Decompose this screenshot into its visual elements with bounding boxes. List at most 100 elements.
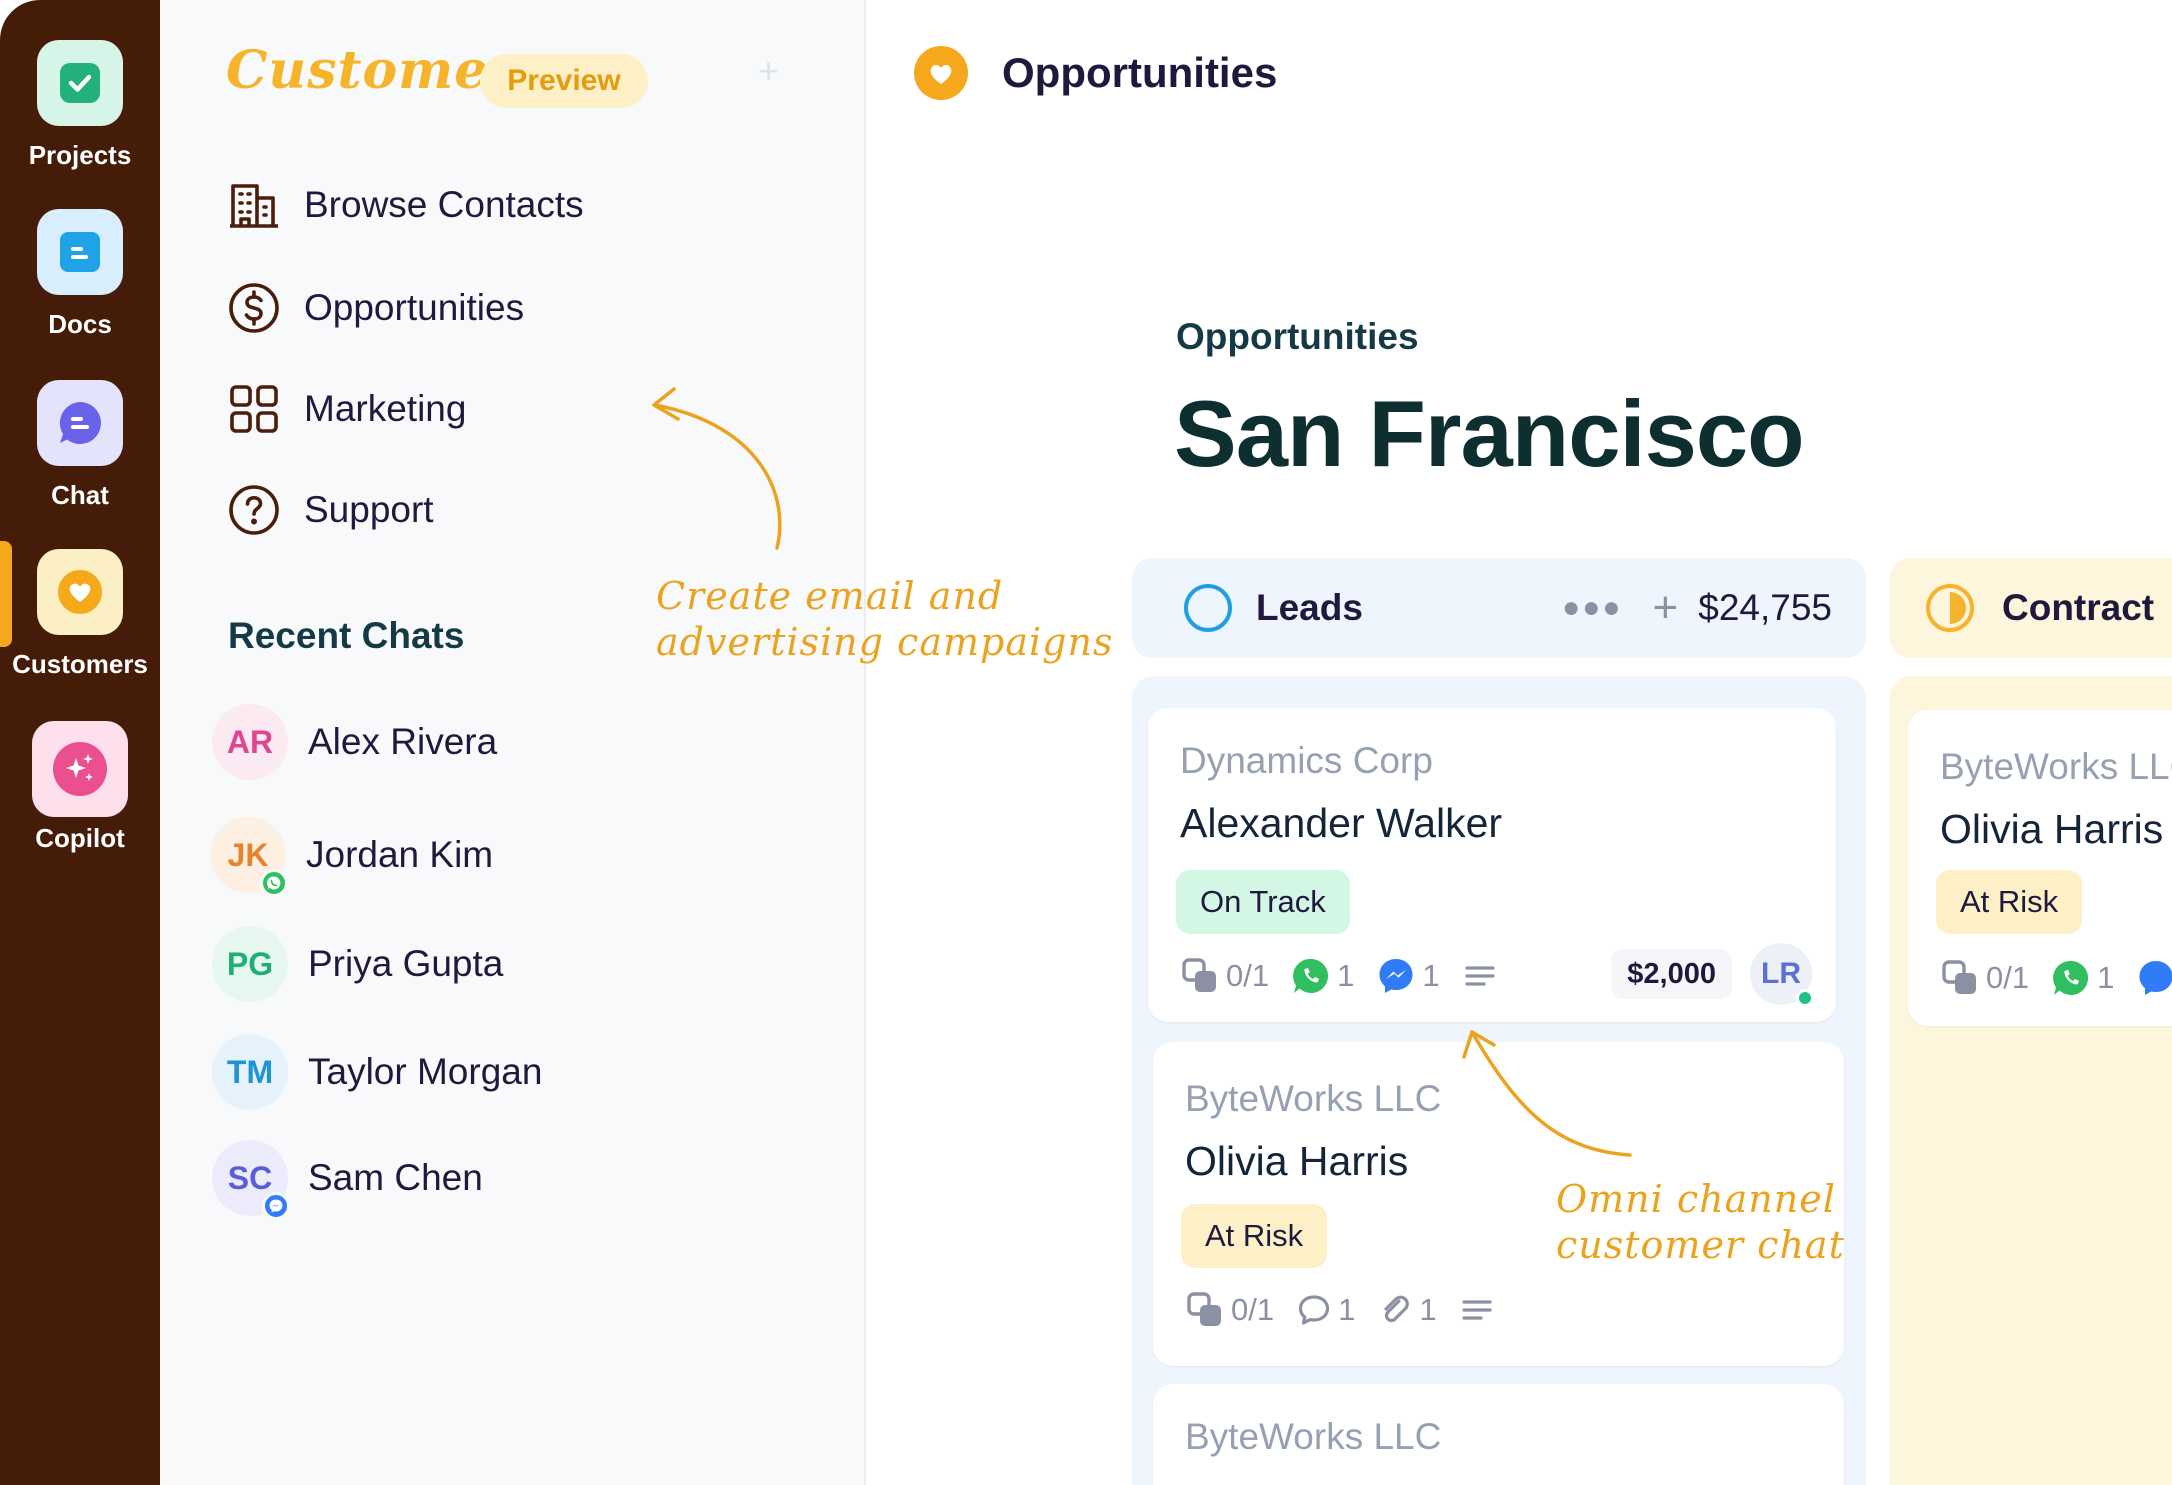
check-square-icon [60,63,100,103]
rail-label-projects: Projects [28,140,132,170]
deal-amount: $2,000 [1611,949,1732,999]
chat-annotation-arrow [1462,1030,1632,1157]
column-header-leads[interactable]: Leads ●●● + $24,755 [1132,558,1866,658]
rail-item-chat[interactable]: Chat [0,380,160,511]
marketing-annotation-arrow [652,387,782,550]
tasks-value: 0/1 [1226,958,1270,993]
rail-label-docs: Docs [48,309,112,339]
messenger-count: 1 [1376,956,1440,996]
chat-item-taylor-morgan[interactable]: TM Taylor Morgan [212,1034,542,1110]
avatar: PG [212,926,288,1002]
whatsapp-count: 1 [2051,958,2114,998]
avatar: SC [212,1140,290,1220]
messenger-badge-icon [262,1192,290,1220]
column-header-contract[interactable]: Contract [1890,558,2172,658]
help-circle-icon [226,482,282,538]
opportunity-card[interactable]: Dynamics Corp Alexander Walker On Track … [1148,708,1836,1022]
heart-icon [58,570,102,614]
whatsapp-count: 1 [1291,956,1354,996]
avatar: TM [212,1034,288,1110]
customers-panel: Customers Preview + Browse Contacts Oppo… [160,0,866,1485]
nav-label-support: Support [304,489,434,530]
card-contact: Olivia Harris [1940,806,2164,852]
nav-label-marketing: Marketing [304,388,467,429]
opportunity-card[interactable]: ByteWorks LLC Olivia Harris At Risk 0/1 … [1908,710,2172,1026]
nav-item-opportunities[interactable]: Opportunities [226,278,524,338]
whatsapp-icon [2053,960,2089,995]
document-icon [60,232,100,272]
page-title: San Francisco [1174,381,1805,486]
messenger-icon [2136,958,2172,998]
empty-circle-icon [1184,584,1232,632]
chat-item-jordan-kim[interactable]: JK Jordan Kim [210,817,494,897]
column-body-contract: ByteWorks LLC Olivia Harris At Risk 0/1 … [1890,676,2172,1485]
chat-name: Priya Gupta [308,943,504,984]
preview-badge: Preview [480,54,648,108]
card-meta: 0/1 1 1 [1180,956,1526,996]
subtasks-icon [1942,960,1976,994]
more-options-icon[interactable]: ●●● [1562,591,1622,625]
nav-item-support[interactable]: Support [226,480,434,540]
page-kicker: Opportunities [1176,316,1419,357]
nav-item-marketing[interactable]: Marketing [226,379,466,439]
avatar-initials: JK [227,836,269,873]
card-company: Dynamics Corp [1180,740,1433,781]
paperclip-icon [1384,1295,1410,1323]
annotation-line: customer chat [1556,1223,1845,1267]
nav-item-browse-contacts[interactable]: Browse Contacts [226,175,584,235]
chat-item-alex-rivera[interactable]: AR Alex Rivera [212,704,497,780]
messenger-value: 1 [1422,958,1440,993]
opportunity-card[interactable]: ByteWorks LLC [1153,1384,1844,1485]
rail-item-customers[interactable]: Customers [0,549,160,680]
notes-icon [1459,1292,1501,1328]
half-circle-icon [1926,584,1974,632]
chat-tile[interactable] [37,380,123,466]
owner-avatar[interactable]: LR [1750,943,1814,1007]
comments-value: 1 [1338,1292,1356,1327]
rail-item-docs[interactable]: Docs [0,209,160,340]
chat-annotation: Omni channel customer chat [1556,1176,1845,1268]
rail-label-customers: Customers [12,649,148,679]
card-company: ByteWorks LLC [1185,1078,1442,1119]
card-contact: Olivia Harris [1185,1138,1409,1184]
new-item-plus-icon[interactable]: + [758,50,779,92]
column-name: Leads [1256,587,1363,628]
avatar: AR [212,704,288,780]
status-badge: At Risk [1936,870,2083,934]
chat-name: Jordan Kim [306,834,494,875]
customers-tile[interactable] [37,549,123,635]
owner-initials: LR [1761,957,1801,990]
docs-tile[interactable] [37,209,123,295]
tasks-count: 0/1 [1940,958,2029,998]
building-icon [226,177,282,233]
status-badge: On Track [1176,870,1350,934]
rail-item-projects[interactable]: Projects [0,40,160,171]
column-tools: ●●● + $24,755 [1562,586,1832,630]
chat-item-sam-chen[interactable]: SC Sam Chen [212,1140,483,1220]
chat-name: Taylor Morgan [308,1051,543,1092]
projects-tile[interactable] [37,40,123,126]
app-rail: Projects Docs Chat Customers Copilot [0,0,160,1485]
chat-bubble-icon [59,402,101,444]
whatsapp-badge-icon [260,869,288,897]
subtasks-icon [1182,958,1216,992]
column-total: $24,755 [1698,587,1832,628]
rail-item-copilot[interactable]: Copilot [0,721,160,854]
subtasks-icon [1187,1292,1221,1326]
marketing-annotation: Create email and advertising campaigns [656,573,1113,665]
header-title: Opportunities [1002,49,1278,96]
avatar-initials: SC [227,1159,273,1196]
nav-label-browse-contacts: Browse Contacts [304,184,584,225]
copilot-tile[interactable] [32,721,128,817]
card-meta: 0/1 1 1 [1185,1290,1523,1330]
tasks-value: 0/1 [1986,960,2030,995]
add-card-icon[interactable]: + [1653,586,1679,630]
tasks-count: 0/1 [1180,956,1269,996]
chat-name: Sam Chen [308,1157,483,1198]
chat-name: Alex Rivera [308,721,498,762]
messenger-icon [1379,959,1413,993]
whatsapp-icon [1293,958,1329,993]
main-header: Opportunities [914,46,1277,100]
chat-item-priya-gupta[interactable]: PG Priya Gupta [212,926,503,1002]
nav-label-opportunities: Opportunities [304,287,525,328]
